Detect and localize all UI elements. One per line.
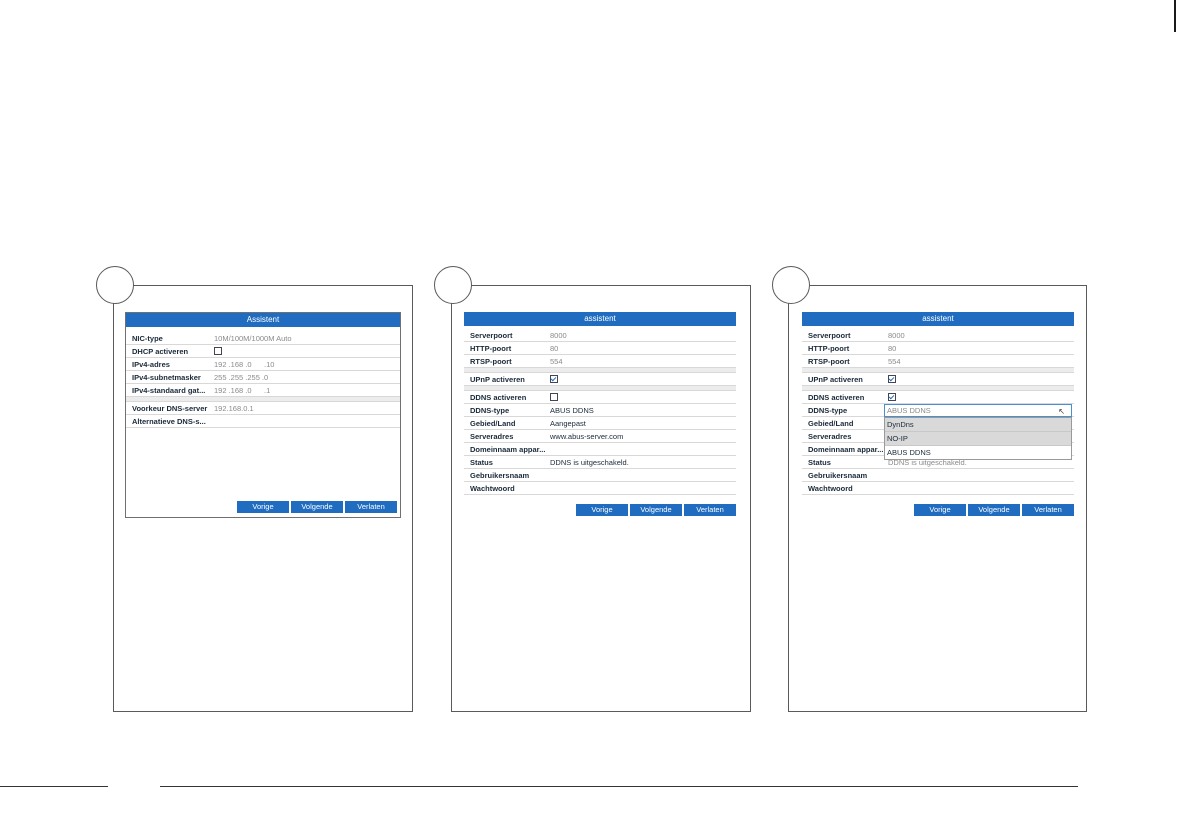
- option-abus-ddns[interactable]: ABUS DDNS: [885, 446, 1071, 459]
- row-upnp[interactable]: UPnP activeren: [802, 373, 1074, 386]
- row-nic-type[interactable]: NIC-type 10M/100M/1000M Auto: [126, 332, 400, 345]
- row-server-port[interactable]: Serverpoort 8000: [802, 329, 1074, 342]
- step-number-circle-1: [96, 266, 134, 304]
- row-status: Status DDNS is uitgeschakeld.: [464, 456, 736, 469]
- mouse-pointer-icon: ↖: [1058, 407, 1065, 416]
- upnp-checkbox[interactable]: [550, 375, 558, 383]
- page-edge-marker: [1174, 0, 1176, 32]
- row-http-port[interactable]: HTTP-poort 80: [464, 342, 736, 355]
- row-ddns-enable[interactable]: DDNS activeren: [464, 391, 736, 404]
- row-password[interactable]: Wachtwoord: [464, 482, 736, 495]
- prev-button[interactable]: Vorige: [576, 504, 628, 516]
- footer-rule-right: [160, 786, 1078, 787]
- row-ipv4-address[interactable]: IPv4-adres 192 .168 .0 .10: [126, 358, 400, 371]
- row-server-port[interactable]: Serverpoort 8000: [464, 329, 736, 342]
- row-ipv4-subnet[interactable]: IPv4-subnetmasker 255 .255 .255 .0: [126, 371, 400, 384]
- row-password[interactable]: Wachtwoord: [802, 482, 1074, 495]
- row-region[interactable]: Gebied/Land Aangepast: [464, 417, 736, 430]
- ddns-type-options: DynDns NO-IP ABUS DDNS: [884, 417, 1072, 460]
- row-dhcp[interactable]: DHCP activeren: [126, 345, 400, 358]
- row-server-address[interactable]: Serveradres www.abus-server.com: [464, 430, 736, 443]
- dialog-title: assistent: [464, 312, 736, 326]
- dialog-title: Assistent: [126, 313, 400, 327]
- row-alternate-dns[interactable]: Alternatieve DNS-s...: [126, 415, 400, 428]
- row-ddns-type[interactable]: DDNS-type ABUS DDNS: [464, 404, 736, 417]
- assistant-dialog-ddns: assistent Serverpoort 8000 HTTP-poort 80…: [464, 312, 736, 518]
- ddns-checkbox[interactable]: [550, 393, 558, 401]
- exit-button[interactable]: Verlaten: [1022, 504, 1074, 516]
- row-username[interactable]: Gebruikersnaam: [464, 469, 736, 482]
- row-device-domain[interactable]: Domeinnaam appar...: [464, 443, 736, 456]
- assistant-dialog-network: Assistent NIC-type 10M/100M/1000M Auto D…: [125, 312, 401, 518]
- row-ipv4-gateway[interactable]: IPv4-standaard gat... 192 .168 .0 .1: [126, 384, 400, 397]
- dialog-title: assistent: [802, 312, 1074, 326]
- row-ddns-enable[interactable]: DDNS activeren: [802, 391, 1074, 404]
- exit-button[interactable]: Verlaten: [345, 501, 397, 513]
- upnp-checkbox[interactable]: [888, 375, 896, 383]
- option-dyndns[interactable]: DynDns: [885, 418, 1071, 432]
- dhcp-checkbox[interactable]: [214, 347, 222, 355]
- footer-rule-left: [0, 786, 108, 787]
- row-upnp[interactable]: UPnP activeren: [464, 373, 736, 386]
- row-username[interactable]: Gebruikersnaam: [802, 469, 1074, 482]
- prev-button[interactable]: Vorige: [237, 501, 289, 513]
- row-rtsp-port[interactable]: RTSP-poort 554: [464, 355, 736, 368]
- step-number-circle-3: [772, 266, 810, 304]
- exit-button[interactable]: Verlaten: [684, 504, 736, 516]
- next-button[interactable]: Volgende: [291, 501, 343, 513]
- step-number-circle-2: [434, 266, 472, 304]
- next-button[interactable]: Volgende: [968, 504, 1020, 516]
- row-preferred-dns[interactable]: Voorkeur DNS-server 192.168.0.1: [126, 402, 400, 415]
- row-ddns-type[interactable]: DDNS-type ABUS DDNS ↖ DynDns NO-IP ABUS …: [802, 404, 1074, 460]
- ddns-checkbox[interactable]: [888, 393, 896, 401]
- next-button[interactable]: Volgende: [630, 504, 682, 516]
- option-noip[interactable]: NO-IP: [885, 432, 1071, 446]
- assistant-dialog-ddns-dropdown: assistent Serverpoort 8000 HTTP-poort 80…: [802, 312, 1074, 518]
- row-rtsp-port[interactable]: RTSP-poort 554: [802, 355, 1074, 368]
- row-http-port[interactable]: HTTP-poort 80: [802, 342, 1074, 355]
- ddns-type-select[interactable]: ABUS DDNS ↖: [884, 404, 1072, 417]
- prev-button[interactable]: Vorige: [914, 504, 966, 516]
